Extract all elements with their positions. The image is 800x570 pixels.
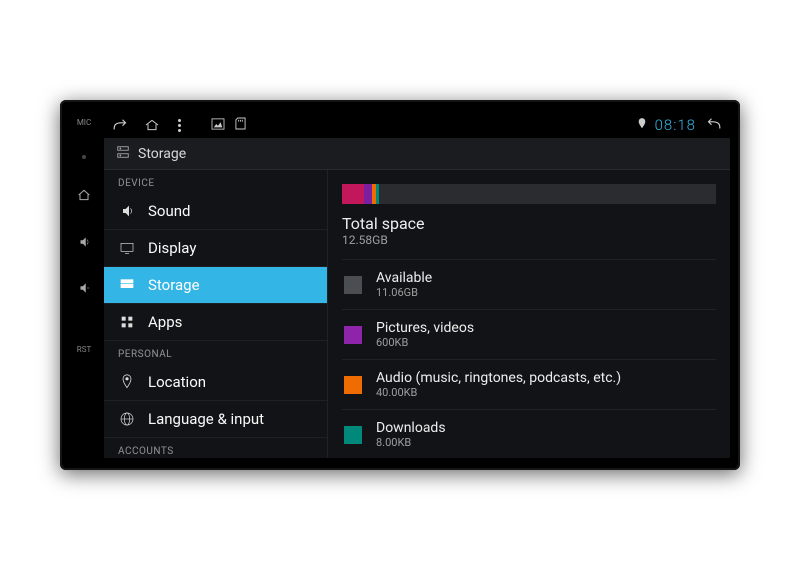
- row-available[interactable]: Available 11.06GB: [342, 259, 716, 309]
- swatch-downloads: [344, 426, 362, 444]
- row-downloads[interactable]: Downloads 8.00KB: [342, 409, 716, 458]
- bar-seg-pictures: [364, 184, 371, 204]
- row-value: 600KB: [376, 336, 474, 349]
- bar-seg-downloads: [376, 184, 380, 204]
- sidebar-item-label: Apps: [148, 313, 182, 331]
- sd-card-icon: [235, 117, 246, 133]
- section-personal: PERSONAL: [104, 341, 327, 364]
- swatch-available: [344, 276, 362, 294]
- settings-sidebar: DEVICE Sound Display Storage Apps: [104, 170, 328, 458]
- section-accounts: ACCOUNTS: [104, 438, 327, 458]
- status-bar: 08:18: [104, 112, 730, 138]
- sidebar-item-label: Sound: [148, 202, 190, 220]
- sidebar-item-location[interactable]: Location: [104, 364, 327, 401]
- row-label: Audio (music, ringtones, podcasts, etc.): [376, 370, 621, 386]
- row-value: 8.00KB: [376, 436, 446, 449]
- clock: 08:18: [655, 116, 696, 134]
- device-frame: MIC RST 08:18 Stora: [60, 100, 740, 470]
- storage-usage-bar: [342, 184, 716, 204]
- swatch-pictures: [344, 326, 362, 344]
- mic-hole: [82, 155, 86, 159]
- location-status-icon: [637, 118, 647, 133]
- storage-detail: Total space 12.58GB Available 11.06GB Pi…: [328, 170, 730, 458]
- total-space: Total space 12.58GB: [342, 214, 716, 247]
- rst-label: RST: [77, 345, 91, 354]
- row-label: Available: [376, 270, 432, 286]
- sidebar-item-language[interactable]: Language & input: [104, 401, 327, 438]
- total-space-label: Total space: [342, 214, 716, 233]
- row-label: Pictures, videos: [376, 320, 474, 336]
- display-icon: [118, 240, 136, 256]
- sidebar-item-apps[interactable]: Apps: [104, 304, 327, 341]
- row-label: Downloads: [376, 420, 446, 436]
- row-audio[interactable]: Audio (music, ringtones, podcasts, etc.)…: [342, 359, 716, 409]
- sidebar-item-storage[interactable]: Storage: [104, 267, 327, 304]
- apps-icon: [118, 314, 136, 330]
- total-space-value: 12.58GB: [342, 233, 716, 247]
- swatch-audio: [344, 376, 362, 394]
- storage-header-icon: [116, 144, 130, 163]
- vol-up-hw-button[interactable]: [77, 235, 91, 253]
- location-icon: [118, 374, 136, 390]
- gallery-icon: [211, 118, 225, 133]
- sound-icon: [118, 203, 136, 219]
- hardware-buttons: MIC RST: [64, 112, 104, 458]
- nav-home-icon[interactable]: [144, 118, 160, 132]
- nav-forward-icon[interactable]: [704, 117, 722, 134]
- bar-seg-apps: [342, 184, 364, 204]
- nav-back-icon[interactable]: [112, 118, 130, 132]
- home-hw-button[interactable]: [76, 187, 92, 207]
- row-value: 11.06GB: [376, 286, 432, 299]
- settings-header: Storage: [104, 138, 730, 170]
- sidebar-item-label: Language & input: [148, 410, 264, 428]
- screen: 08:18 Storage DEVICE Sound Display: [104, 112, 730, 458]
- language-icon: [118, 411, 136, 427]
- storage-icon: [118, 277, 136, 293]
- mic-label: MIC: [77, 118, 91, 127]
- row-value: 40.00KB: [376, 386, 621, 399]
- sidebar-item-display[interactable]: Display: [104, 230, 327, 267]
- sidebar-item-label: Location: [148, 373, 206, 391]
- sidebar-item-label: Storage: [148, 276, 200, 294]
- sidebar-item-sound[interactable]: Sound: [104, 193, 327, 230]
- nav-menu-icon[interactable]: [178, 119, 181, 132]
- vol-down-hw-button[interactable]: [77, 281, 91, 299]
- sidebar-item-label: Display: [148, 239, 196, 257]
- section-device: DEVICE: [104, 170, 327, 193]
- row-pictures[interactable]: Pictures, videos 600KB: [342, 309, 716, 359]
- header-title: Storage: [138, 146, 186, 162]
